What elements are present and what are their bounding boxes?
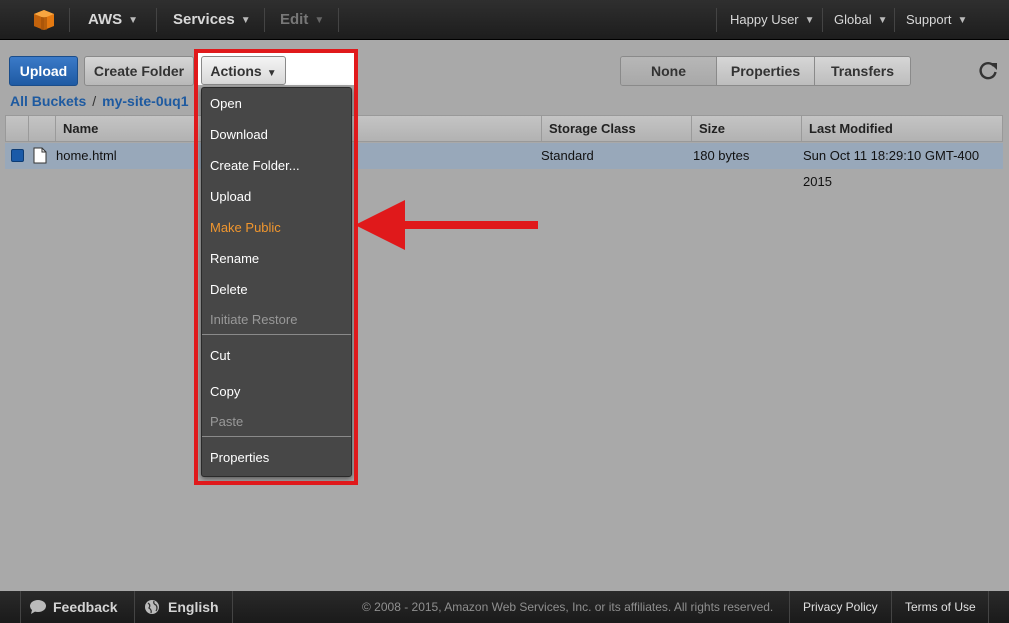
nav-divider	[338, 8, 339, 32]
speech-bubble-icon	[30, 600, 46, 614]
last-modified: Sun Oct 11 18:29:10 GMT-400 2015	[803, 148, 980, 189]
annotation-highlight-box	[194, 49, 358, 485]
footer-divider	[134, 591, 135, 623]
footer-divider	[789, 591, 790, 623]
chevron-down-icon: ▼	[128, 15, 139, 26]
storage-class: Standard	[541, 148, 594, 163]
nav-divider	[264, 8, 265, 32]
footer-divider	[232, 591, 233, 623]
file-name[interactable]: home.html	[56, 143, 117, 169]
terms-of-use-link[interactable]: Terms of Use	[905, 591, 976, 623]
nav-divider	[716, 8, 717, 32]
region-label: Global	[834, 12, 872, 27]
footer-divider	[891, 591, 892, 623]
column-header-storage-class[interactable]: Storage Class	[541, 116, 691, 141]
nav-divider	[822, 8, 823, 32]
support-menu[interactable]: Support ▼	[906, 0, 967, 40]
services-menu[interactable]: Services ▼	[173, 0, 251, 40]
chevron-down-icon: ▼	[314, 15, 325, 26]
chevron-down-icon: ▼	[240, 15, 251, 26]
create-folder-button[interactable]: Create Folder	[84, 56, 194, 86]
aws-label: AWS	[88, 11, 123, 28]
nav-divider	[69, 8, 70, 32]
header-icon-column	[28, 116, 54, 141]
chevron-down-icon: ▼	[804, 15, 815, 26]
tab-transfers[interactable]: Transfers	[815, 57, 910, 85]
services-label: Services	[173, 11, 235, 28]
column-header-last-modified[interactable]: Last Modified	[801, 116, 1002, 141]
create-folder-label: Create Folder	[93, 63, 185, 79]
table-header: Name Storage Class Size Last Modified	[5, 115, 1003, 142]
chevron-down-icon: ▼	[877, 15, 888, 26]
nav-divider	[894, 8, 895, 32]
footer-divider	[988, 591, 989, 623]
language-selector[interactable]: English	[144, 591, 219, 623]
region-menu[interactable]: Global ▼	[834, 0, 887, 40]
support-label: Support	[906, 12, 952, 27]
feedback-label: Feedback	[53, 599, 118, 615]
user-label: Happy User	[730, 12, 799, 27]
upload-button-label: Upload	[19, 63, 68, 79]
nav-divider	[156, 8, 157, 32]
aws-cube-icon[interactable]	[33, 9, 55, 31]
table-row[interactable]: home.html Standard 180 bytes Sun Oct 11 …	[5, 143, 1003, 189]
annotation-arrow-icon	[355, 200, 538, 250]
tab-properties[interactable]: Properties	[717, 57, 815, 85]
view-toggle: None Properties Transfers	[620, 56, 911, 86]
file-size: 180 bytes	[693, 148, 750, 163]
edit-menu[interactable]: Edit ▼	[280, 0, 324, 40]
feedback-link[interactable]: Feedback	[29, 591, 118, 623]
column-header-size[interactable]: Size	[691, 116, 801, 141]
privacy-policy-link[interactable]: Privacy Policy	[803, 591, 878, 623]
breadcrumb: All Buckets / my-site-0uq1	[10, 93, 189, 109]
user-menu[interactable]: Happy User ▼	[730, 0, 815, 40]
footer: Feedback English © 2008 - 2015, Amazon W…	[0, 591, 1009, 623]
chevron-down-icon: ▼	[957, 15, 968, 26]
refresh-icon[interactable]	[977, 60, 999, 82]
tab-none[interactable]: None	[621, 57, 717, 85]
upload-button[interactable]: Upload	[9, 56, 78, 86]
language-label: English	[168, 599, 219, 615]
copyright-text: © 2008 - 2015, Amazon Web Services, Inc.…	[362, 600, 774, 614]
row-checkbox[interactable]	[11, 149, 24, 162]
aws-menu[interactable]: AWS ▼	[88, 0, 138, 40]
top-nav: AWS ▼ Services ▼ Edit ▼ Happy User ▼ Global ▼…	[0, 0, 1009, 40]
breadcrumb-separator: /	[92, 93, 97, 109]
edit-label: Edit	[280, 11, 309, 28]
footer-divider	[20, 591, 21, 623]
breadcrumb-bucket[interactable]: my-site-0uq1	[102, 93, 188, 109]
breadcrumb-all-buckets[interactable]: All Buckets	[10, 93, 86, 109]
file-icon	[33, 147, 47, 164]
globe-icon	[145, 600, 159, 614]
